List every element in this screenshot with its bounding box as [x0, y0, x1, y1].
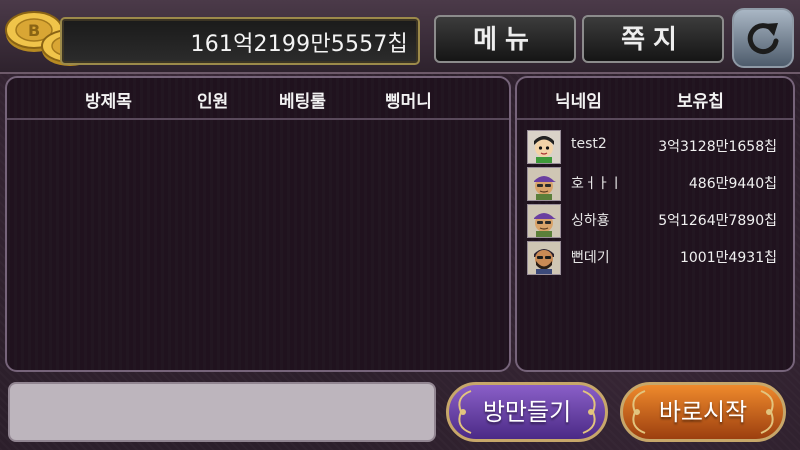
refresh-icon — [747, 23, 779, 55]
message-button[interactable]: 쪽지 — [582, 15, 724, 63]
column-nickname: 닉네임 — [555, 92, 602, 112]
boy-avatar-icon — [527, 130, 561, 164]
chip-balance-display: 161억2199만5557칩 — [60, 17, 420, 65]
column-players: 인원 — [197, 92, 229, 112]
user-nickname: 싱하횽 — [571, 213, 610, 229]
chat-input[interactable] — [8, 382, 436, 442]
ornament-right-icon — [582, 390, 596, 434]
cap-man-avatar-icon — [527, 167, 561, 201]
bearded-man-avatar-icon — [527, 241, 561, 275]
column-betting-rule: 베팅룰 — [279, 92, 326, 112]
chip-balance-value: 161억2199만5557칩 — [190, 32, 408, 57]
create-room-button[interactable]: 방만들기 — [446, 382, 608, 442]
svg-text:B: B — [28, 21, 40, 40]
create-room-label: 방만들기 — [482, 398, 572, 426]
top-bar: B B 161억2199만5557칩 메뉴 쪽지 — [0, 0, 800, 74]
user-list-panel: 닉네임 보유칩 test2 3억3128만1658칩 호ㅓㅏㅣ 486만9440… — [515, 76, 795, 372]
user-row[interactable]: 싱하횽 5억1264만7890칩 — [517, 202, 793, 239]
user-list: test2 3억3128만1658칩 호ㅓㅏㅣ 486만9440칩 싱하횽 5억… — [517, 128, 793, 276]
quick-start-button[interactable]: 바로시작 — [620, 382, 786, 442]
user-list-header: 닉네임 보유칩 — [517, 78, 793, 120]
user-chips: 1001만4931칩 — [679, 250, 777, 266]
room-list-panel: 방제목 인원 베팅룰 삥머니 — [5, 76, 511, 372]
user-row[interactable]: 호ㅓㅏㅣ 486만9440칩 — [517, 165, 793, 202]
user-row[interactable]: 뻔데기 1001만4931칩 — [517, 239, 793, 276]
cap-man-avatar-icon — [527, 204, 561, 238]
ornament-left-icon — [632, 390, 646, 434]
menu-button[interactable]: 메뉴 — [434, 15, 576, 63]
column-chips: 보유칩 — [677, 92, 724, 112]
user-nickname: 뻔데기 — [571, 250, 610, 266]
column-ante-money: 삥머니 — [385, 92, 432, 112]
user-nickname: test2 — [571, 136, 607, 152]
user-nickname: 호ㅓㅏㅣ — [571, 176, 623, 192]
user-chips: 5억1264만7890칩 — [658, 213, 777, 229]
column-room-title: 방제목 — [85, 92, 132, 112]
refresh-button[interactable] — [732, 8, 794, 68]
ornament-left-icon — [458, 390, 472, 434]
user-chips: 3억3128만1658칩 — [658, 139, 777, 155]
quick-start-label: 바로시작 — [658, 398, 748, 426]
ornament-right-icon — [760, 390, 774, 434]
user-row[interactable]: test2 3억3128만1658칩 — [517, 128, 793, 165]
user-chips: 486만9440칩 — [688, 176, 777, 192]
room-list-header: 방제목 인원 베팅룰 삥머니 — [7, 78, 509, 120]
